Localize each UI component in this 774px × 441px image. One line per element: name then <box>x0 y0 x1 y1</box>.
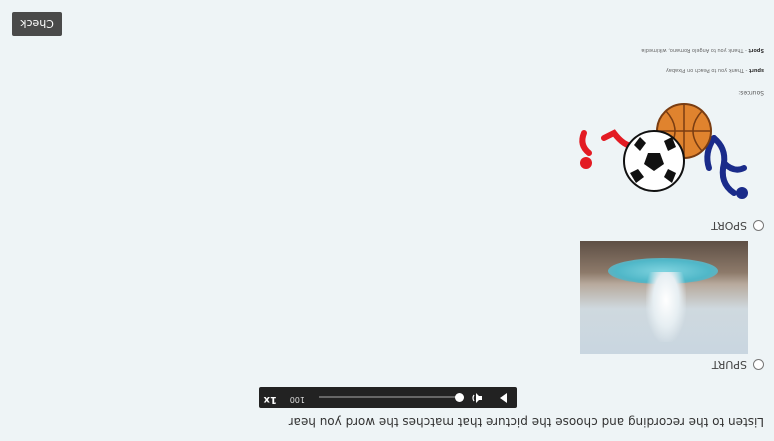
progress-handle[interactable] <box>455 393 464 402</box>
check-button[interactable]: Check <box>12 12 62 36</box>
option-label: SPURT <box>711 358 747 371</box>
credit-text: - Thank you to Angelo Romano, wikimedia <box>641 47 749 53</box>
audio-player[interactable]: 100 1x <box>259 387 517 408</box>
playback-rate-button[interactable]: 1x <box>264 394 277 405</box>
radio-spurt[interactable] <box>753 359 764 370</box>
blue-figure-icon <box>704 135 747 196</box>
credit-word: spurt <box>749 67 764 73</box>
option-spurt[interactable]: SPURT <box>712 358 764 371</box>
page-root: Listen to the recording and choose the p… <box>0 0 774 441</box>
blue-figure-head <box>736 187 748 199</box>
credit-spurt: spurt - Thank you to Peach on Pixabay <box>666 67 764 73</box>
geyser-plume <box>646 272 686 342</box>
geyser-image[interactable] <box>580 241 748 354</box>
progress-track[interactable] <box>319 396 459 398</box>
speed-value[interactable]: 100 <box>290 395 305 404</box>
sources-heading: Sources: <box>738 89 764 96</box>
credit-word: Sport <box>748 47 764 53</box>
red-figure-head <box>580 157 592 169</box>
sports-image[interactable] <box>549 103 764 223</box>
instruction-text: Listen to the recording and choose the p… <box>288 415 764 429</box>
credit-text: - Thank you to Peach on Pixabay <box>665 67 750 73</box>
credit-sport: Sport - Thank you to Angelo Romano, wiki… <box>641 47 764 53</box>
volume-icon[interactable] <box>471 392 483 404</box>
play-icon[interactable] <box>500 393 507 403</box>
